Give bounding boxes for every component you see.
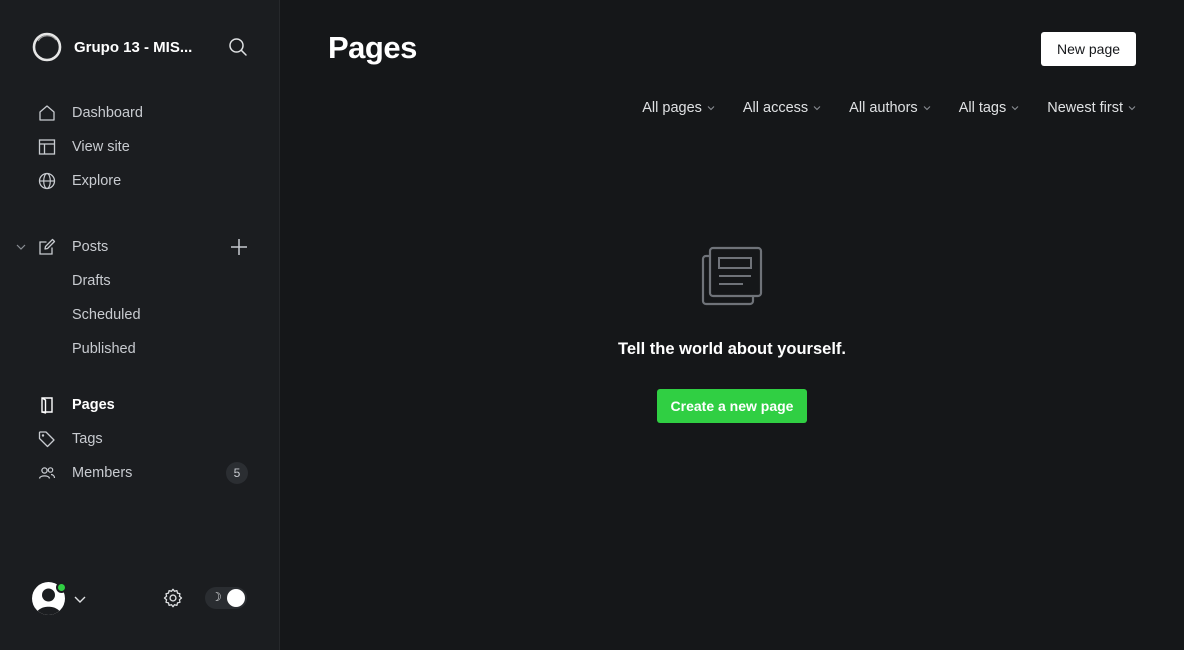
new-page-button[interactable]: New page	[1041, 32, 1136, 66]
online-status-dot	[56, 582, 67, 593]
chevron-down-icon	[1011, 104, 1019, 112]
site-name[interactable]: Grupo 13 - MIS...	[74, 39, 204, 56]
tag-icon	[38, 430, 56, 448]
sidebar-item-dashboard[interactable]: Dashboard	[0, 96, 279, 130]
members-count-badge: 5	[226, 462, 248, 484]
filter-label: All authors	[849, 100, 918, 116]
app: Grupo 13 - MIS... Dashboard View site Ex…	[0, 0, 1184, 650]
sidebar-item-label: Tags	[72, 431, 103, 447]
sidebar-item-tags[interactable]: Tags	[0, 422, 279, 456]
content-nav: Pages Tags Members 5	[0, 388, 279, 490]
chevron-down-icon[interactable]	[15, 241, 27, 253]
empty-state-message: Tell the world about yourself.	[618, 340, 846, 358]
sidebar-item-posts[interactable]: Posts	[0, 230, 279, 264]
posts-nav: Posts Drafts Scheduled Published	[0, 230, 279, 366]
sidebar-item-scheduled[interactable]: Scheduled	[0, 298, 279, 332]
brand: Grupo 13 - MIS...	[32, 32, 248, 62]
sort-order-dropdown[interactable]: Newest first	[1047, 100, 1136, 116]
sidebar-item-label: Drafts	[72, 273, 111, 289]
sidebar-item-label: Published	[72, 341, 136, 357]
edit-icon	[38, 238, 56, 256]
sidebar-item-pages[interactable]: Pages	[0, 388, 279, 422]
chevron-down-icon	[707, 104, 715, 112]
chevron-down-icon	[813, 104, 821, 112]
page-icon	[38, 396, 56, 414]
theme-toggle[interactable]: ☽	[205, 587, 247, 609]
home-icon	[38, 104, 56, 122]
chevron-down-icon	[1128, 104, 1136, 112]
filter-type-dropdown[interactable]: All pages	[642, 100, 715, 116]
gear-icon[interactable]	[162, 587, 184, 609]
empty-state: Tell the world about yourself. Create a …	[280, 246, 1184, 423]
filter-authors-dropdown[interactable]: All authors	[849, 100, 931, 116]
sidebar-item-label: Posts	[72, 239, 109, 255]
sidebar-item-label: Explore	[72, 173, 122, 189]
sidebar-item-drafts[interactable]: Drafts	[0, 264, 279, 298]
members-icon	[38, 464, 56, 482]
sidebar-item-view-site[interactable]: View site	[0, 130, 279, 164]
filter-label: Newest first	[1047, 100, 1123, 116]
filter-bar: All pages All access All authors All tag…	[642, 100, 1136, 116]
sidebar-footer: ☽	[32, 580, 248, 616]
chevron-down-icon[interactable]	[73, 592, 87, 606]
moon-icon: ☽	[211, 590, 222, 604]
filter-tags-dropdown[interactable]: All tags	[959, 100, 1020, 116]
sidebar-item-explore[interactable]: Explore	[0, 164, 279, 198]
globe-icon	[38, 172, 56, 190]
sidebar-item-label: Dashboard	[72, 105, 143, 121]
chevron-down-icon	[923, 104, 931, 112]
filter-label: All access	[742, 100, 809, 116]
site-logo-icon[interactable]	[32, 32, 62, 62]
primary-nav: Dashboard View site Explore	[0, 96, 279, 198]
sidebar-item-members[interactable]: Members 5	[0, 456, 279, 490]
page-title: Pages	[328, 30, 417, 65]
layout-icon	[38, 138, 56, 156]
sidebar-item-label: Members	[72, 465, 133, 481]
sidebar-item-label: View site	[72, 139, 130, 155]
new-post-plus-icon[interactable]	[229, 237, 249, 257]
create-new-page-button[interactable]: Create a new page	[656, 389, 808, 423]
main-content: Pages New page All pages All access All …	[280, 0, 1184, 650]
toggle-knob	[227, 589, 245, 607]
search-icon[interactable]	[228, 37, 248, 57]
pages-empty-icon	[701, 246, 763, 308]
filter-label: All tags	[958, 100, 1007, 116]
filter-access-dropdown[interactable]: All access	[743, 100, 821, 116]
filter-label: All pages	[642, 100, 702, 116]
sidebar-item-label: Scheduled	[72, 307, 141, 323]
sidebar-item-label: Pages	[72, 397, 115, 413]
user-avatar[interactable]	[32, 582, 67, 616]
sidebar-item-published[interactable]: Published	[0, 332, 279, 366]
sidebar: Grupo 13 - MIS... Dashboard View site Ex…	[0, 0, 280, 650]
